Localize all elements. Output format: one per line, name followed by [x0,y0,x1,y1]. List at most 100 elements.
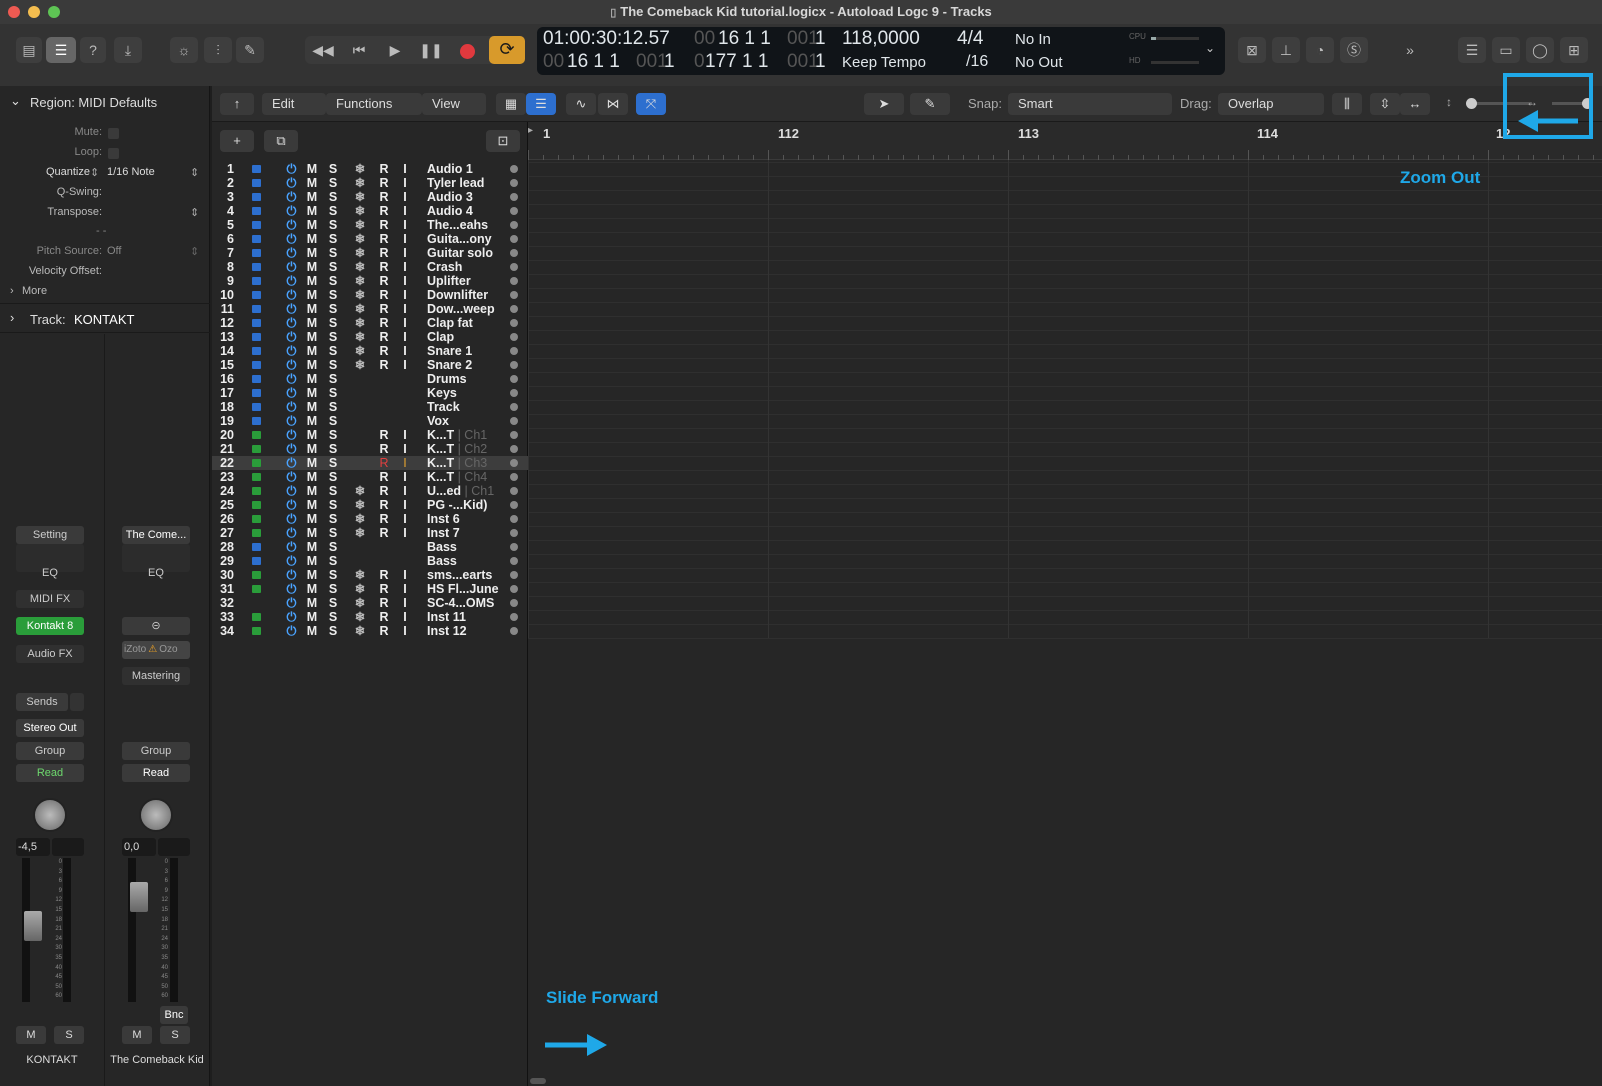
track-row[interactable]: 4 ⏻ M S ❄ R I Audio 4 [212,204,528,218]
sends-knob[interactable] [70,693,84,711]
solo-button[interactable]: Ⓢ [1340,37,1368,63]
up-button[interactable]: ↑ [220,93,254,115]
record-enable-button[interactable]: R [377,176,391,190]
horizontal-scrollbar[interactable] [530,1078,546,1084]
track-row[interactable]: 2 ⏻ M S ❄ R I Tyler lead [212,176,528,190]
pause-button[interactable]: ❚❚ [413,37,449,63]
volume-readout[interactable]: 0,0 [122,838,156,856]
power-icon[interactable]: ⏻ [286,400,297,414]
input-monitor-button[interactable]: I [398,316,412,330]
solo-button[interactable]: S [326,484,340,498]
track-name[interactable]: Audio 4 [427,204,473,218]
track-row[interactable]: 1 ⏻ M S ❄ R I Audio 1 [212,162,528,176]
freeze-icon[interactable]: ❄ [353,288,367,302]
plugin-slot[interactable]: iZoto ⚠ Ozo [122,641,190,659]
track-row[interactable]: 13 ⏻ M S ❄ R I Clap [212,330,528,344]
vertical-fit-button[interactable]: ⇳ [1370,93,1400,115]
mixer-button[interactable]: ⫶ [204,37,232,63]
drag-select[interactable]: Overlap [1218,93,1324,115]
mute-button[interactable]: M [305,316,319,330]
power-icon[interactable]: ⏻ [286,246,297,260]
mute-button[interactable]: M [305,176,319,190]
solo-button[interactable]: S [326,288,340,302]
solo-button[interactable]: S [326,554,340,568]
solo-button[interactable]: S [326,260,340,274]
mute-button[interactable]: M [305,288,319,302]
mute-button[interactable]: M [305,190,319,204]
mute-button[interactable]: M [305,302,319,316]
mute-button[interactable]: M [305,344,319,358]
grid-view-button[interactable]: ▦ [496,93,526,115]
mute-button[interactable]: M [305,442,319,456]
power-icon[interactable]: ⏻ [286,484,297,498]
record-enable-button[interactable]: R [377,470,391,484]
freeze-icon[interactable]: ❄ [353,176,367,190]
cycle-button[interactable]: ⟳ [489,36,525,64]
power-icon[interactable]: ⏻ [286,330,297,344]
velocity-row[interactable]: Velocity Offset: [0,265,210,285]
track-row[interactable]: 5 ⏻ M S ❄ R I The...eahs [212,218,528,232]
freeze-icon[interactable]: ❄ [353,302,367,316]
record-enable-button[interactable]: R [377,288,391,302]
mute-button[interactable]: M [305,400,319,414]
solo-button[interactable]: S [326,568,340,582]
input-monitor-button[interactable]: I [398,470,412,484]
freeze-icon[interactable]: ❄ [353,358,367,372]
record-enable-button[interactable]: R [377,316,391,330]
power-icon[interactable]: ⏻ [286,162,297,176]
track-name[interactable]: PG -...Kid) [427,498,487,512]
power-icon[interactable]: ⏻ [286,540,297,554]
input-monitor-button[interactable]: I [398,484,412,498]
track-name[interactable]: HS Fl...June [427,582,499,596]
solo-button[interactable]: S [326,498,340,512]
mute-button[interactable]: M [305,526,319,540]
pencil-tool[interactable]: ✎ [910,93,950,115]
track-name[interactable]: Drums [427,372,467,386]
input-monitor-button[interactable]: I [398,568,412,582]
group-slot[interactable]: Group [122,742,190,760]
qswing-row[interactable]: Q-Swing: [0,186,210,206]
solo-button[interactable]: S [326,162,340,176]
power-icon[interactable]: ⏻ [286,204,297,218]
input-monitor-button[interactable]: I [398,358,412,372]
pan-knob[interactable] [33,798,67,832]
instrument-slot[interactable]: Kontakt 8 [16,617,84,635]
solo-button[interactable]: S [326,316,340,330]
track-row[interactable]: 29 ⏻ M S Bass [212,554,528,568]
pan-knob[interactable] [139,798,173,832]
bar-ruler[interactable]: ▸ 1 112 113 114 12 [528,122,1602,160]
track-row[interactable]: 33 ⏻ M S ❄ R I Inst 11 [212,610,528,624]
editors-button[interactable]: ✎ [236,37,264,63]
transpose-row[interactable]: Transpose: ⇕ [0,206,210,226]
freeze-icon[interactable]: ❄ [353,260,367,274]
track-name[interactable]: Guitar solo [427,246,493,260]
freeze-icon[interactable]: ❄ [353,568,367,582]
solo-button[interactable]: S [326,330,340,344]
power-icon[interactable]: ⏻ [286,554,297,568]
track-name[interactable]: Inst 7 [427,526,460,540]
power-icon[interactable]: ⏻ [286,316,297,330]
track-inspector-header[interactable]: › Track: KONTAKT [0,303,210,333]
power-icon[interactable]: ⏻ [286,568,297,582]
record-enable-button[interactable]: R [377,526,391,540]
mute-button[interactable]: M [305,372,319,386]
zoom-window-button[interactable] [48,6,60,18]
track-name[interactable]: Bass [427,554,457,568]
eq-button[interactable]: EQ [16,564,84,582]
duplicate-track-button[interactable]: ⧉ [264,130,298,152]
input-monitor-button[interactable]: I [398,610,412,624]
freeze-icon[interactable]: ❄ [353,484,367,498]
power-icon[interactable]: ⏻ [286,442,297,456]
play-button[interactable]: ▶ [377,37,413,63]
power-icon[interactable]: ⏻ [286,358,297,372]
power-icon[interactable]: ⏻ [286,512,297,526]
freeze-icon[interactable]: ❄ [353,162,367,176]
mute-button[interactable]: M [305,582,319,596]
mute-checkbox[interactable] [108,128,119,139]
input-monitor-button[interactable]: I [398,330,412,344]
track-name[interactable]: The...eahs [427,218,488,232]
solo-button[interactable]: S [326,512,340,526]
pitch-source-row[interactable]: Pitch Source: Off ⇕ [0,245,210,265]
track-row[interactable]: 9 ⏻ M S ❄ R I Uplifter [212,274,528,288]
freeze-icon[interactable]: ❄ [353,596,367,610]
